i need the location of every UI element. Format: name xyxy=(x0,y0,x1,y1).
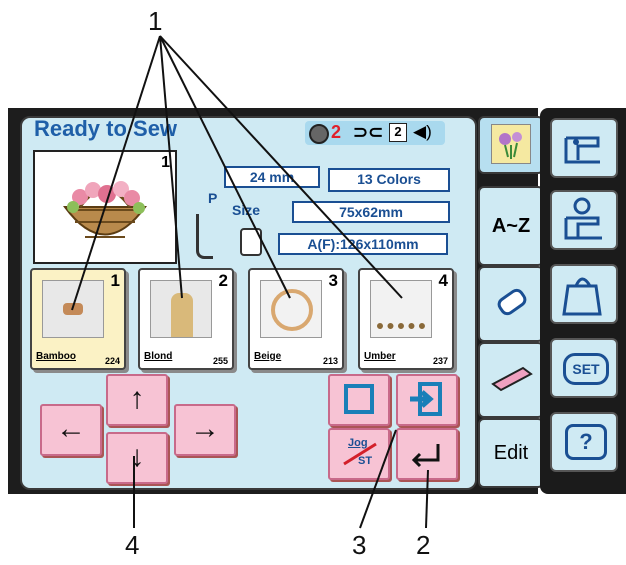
color-thumb-1[interactable]: 1 Bamboo 224 xyxy=(30,268,126,370)
size-label: Size xyxy=(232,202,261,218)
jump-count: 2 xyxy=(389,123,407,142)
set-button[interactable]: SET xyxy=(550,338,618,398)
height-field: 24 mm xyxy=(224,166,320,188)
thread-count: 2 xyxy=(331,122,342,142)
colors-field: 13 Colors xyxy=(328,168,450,192)
exit-button[interactable] xyxy=(396,374,458,426)
tab-edit[interactable]: Edit xyxy=(478,418,544,488)
flower-icon xyxy=(491,124,531,164)
speaker-icon: ◀) xyxy=(413,122,432,141)
help-label: ? xyxy=(565,424,607,460)
return-icon xyxy=(411,444,440,468)
thumb-code: 237 xyxy=(432,356,448,366)
color-swatch xyxy=(42,280,104,338)
exit-icon xyxy=(410,382,442,416)
jump-icon: ⊃⊂ xyxy=(353,122,384,142)
tab-az[interactable]: A~Z xyxy=(478,186,544,266)
move-left-button[interactable]: ← xyxy=(40,404,102,456)
pressure-label: P xyxy=(208,190,218,206)
return-button[interactable] xyxy=(396,428,458,480)
help-button[interactable]: ? xyxy=(550,412,618,472)
hoop-field: A(F):126x110mm xyxy=(278,233,448,255)
status-bar: 2 ⊃⊂ 2 ◀) xyxy=(305,121,445,145)
flower-basket-icon xyxy=(63,181,147,238)
jog-st-button[interactable]: Jog ST xyxy=(328,428,390,480)
embroidery-machine-button[interactable] xyxy=(550,190,618,250)
sewing-machine-icon xyxy=(564,136,600,164)
preview-index: 1 xyxy=(161,154,170,171)
color-swatch xyxy=(150,280,212,338)
rotate-button[interactable] xyxy=(328,374,390,426)
bag-icon xyxy=(562,277,602,316)
callout-3: 3 xyxy=(352,530,367,560)
thumb-index: 2 xyxy=(218,271,228,290)
hoop-icon xyxy=(240,228,262,256)
page-title: Ready to Sew xyxy=(34,116,178,141)
presser-foot-icon xyxy=(196,214,213,259)
thumb-name: Blond xyxy=(144,351,173,362)
callout-1: 1 xyxy=(148,6,163,36)
thumb-code: 224 xyxy=(104,356,120,366)
eraser-icon xyxy=(497,288,527,316)
sewing-machine-button[interactable] xyxy=(550,118,618,178)
size-field: 75x62mm xyxy=(292,201,450,223)
color-swatch xyxy=(370,280,432,338)
callout-4: 4 xyxy=(125,530,140,560)
color-swatch xyxy=(260,280,322,338)
bobbin-icon xyxy=(309,124,329,144)
move-right-button[interactable]: → xyxy=(174,404,236,456)
callout-2: 2 xyxy=(416,530,431,560)
tab-design[interactable] xyxy=(478,116,544,174)
thumb-index: 1 xyxy=(110,271,120,290)
move-down-button[interactable]: ↓ xyxy=(106,432,168,484)
thumb-index: 4 xyxy=(438,271,448,290)
thumb-index: 3 xyxy=(328,271,338,290)
thumb-name: Beige xyxy=(254,351,282,362)
rotate-icon xyxy=(344,384,374,414)
thumb-code: 255 xyxy=(212,356,228,366)
move-up-button[interactable]: ↑ xyxy=(106,374,168,426)
design-preview: 1 xyxy=(33,150,177,264)
embroidery-machine-icon xyxy=(564,197,602,240)
thumb-name: Bamboo xyxy=(36,351,76,362)
slash-icon xyxy=(343,442,377,466)
tab-tool[interactable] xyxy=(478,342,544,418)
color-thumb-2[interactable]: 2 Blond 255 xyxy=(138,268,234,370)
color-thumb-4[interactable]: 4 Umber 237 xyxy=(358,268,454,370)
thumb-name: Umber xyxy=(364,351,396,362)
tab-eraser[interactable] xyxy=(478,266,544,342)
color-thumb-3[interactable]: 3 Beige 213 xyxy=(248,268,344,370)
pink-eraser-icon xyxy=(491,366,533,392)
set-label: SET xyxy=(563,353,609,385)
thumb-code: 213 xyxy=(322,356,338,366)
bag-button[interactable] xyxy=(550,264,618,324)
